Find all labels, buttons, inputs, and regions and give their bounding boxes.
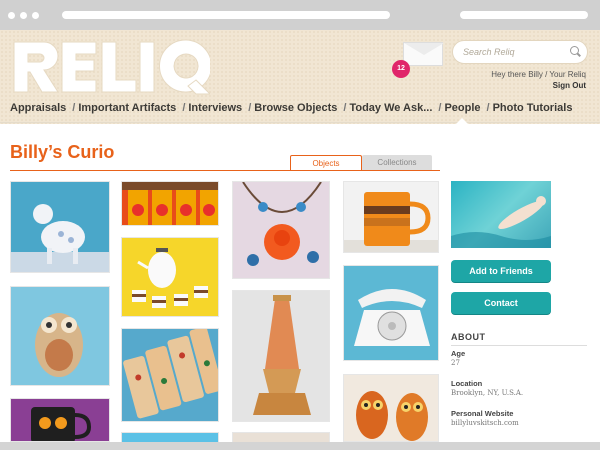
active-nav-indicator <box>456 118 468 124</box>
website-label: Personal Website <box>451 409 514 418</box>
rotary-phone-image <box>354 289 430 346</box>
address-bar[interactable] <box>62 11 390 19</box>
canisters-image <box>122 182 218 225</box>
profile-photo[interactable] <box>451 181 551 248</box>
necklace-image <box>242 182 322 266</box>
nav-separator: / <box>438 102 442 114</box>
contact-button[interactable]: Contact <box>451 292 551 314</box>
nav-item-appraisals[interactable]: Appraisals <box>10 102 66 114</box>
messages-icon[interactable] <box>403 42 444 66</box>
window-dot-1[interactable] <box>8 12 15 19</box>
floral-trays-image <box>123 329 218 419</box>
nav-item-today-we-ask[interactable]: Today We Ask... <box>349 102 432 114</box>
nav-divider <box>0 122 600 123</box>
photo-rotary-phone[interactable] <box>343 265 439 361</box>
photo-lava-lamp[interactable] <box>232 290 330 422</box>
mug-image <box>344 192 438 252</box>
age-value: 27 <box>451 359 460 367</box>
nav-item-people[interactable]: People <box>444 102 480 114</box>
site-logo[interactable] <box>10 36 212 95</box>
swimmer-image <box>451 196 551 248</box>
photo-partial-bottom-1[interactable] <box>121 432 219 442</box>
browser-bottom-bar <box>0 442 600 450</box>
nav-separator: / <box>343 102 347 114</box>
photo-owl-pair[interactable] <box>343 374 439 442</box>
site-search-input[interactable]: Search Reliq <box>452 40 588 64</box>
photo-orange-canisters[interactable] <box>121 181 219 226</box>
window-dot-2[interactable] <box>20 12 27 19</box>
nav-separator: / <box>72 102 76 114</box>
main-nav: Appraisals / Important Artifacts / Interview… <box>10 102 600 118</box>
tea-set-image <box>132 248 208 308</box>
owl-mug-image <box>31 407 92 441</box>
browser-search-bar[interactable] <box>460 11 588 19</box>
tab-collections[interactable]: Collections <box>362 155 432 171</box>
browser-window: 12 Search Reliq Hey there Billy / Your R… <box>0 0 600 450</box>
add-to-friends-button[interactable]: Add to Friends <box>451 260 551 282</box>
age-label: Age <box>451 349 466 358</box>
photo-striped-mug[interactable] <box>343 181 439 253</box>
lamb-image <box>11 204 109 272</box>
page: 12 Search Reliq Hey there Billy / Your R… <box>0 30 600 442</box>
nav-separator: / <box>182 102 186 114</box>
nav-separator: / <box>248 102 252 114</box>
search-placeholder: Search Reliq <box>463 47 515 57</box>
title-underline <box>10 170 440 171</box>
about-heading: ABOUT <box>451 332 587 346</box>
nav-item-photo-tutorials[interactable]: Photo Tutorials <box>493 102 573 114</box>
nav-item-interviews[interactable]: Interviews <box>188 102 242 114</box>
greeting-text[interactable]: Hey there Billy / Your Reliq <box>470 69 586 80</box>
photo-tea-set[interactable] <box>121 237 219 317</box>
notification-badge[interactable]: 12 <box>392 60 410 78</box>
search-icon[interactable] <box>570 46 579 55</box>
tab-objects[interactable]: Objects <box>290 155 362 171</box>
nav-item-browse-objects[interactable]: Browse Objects <box>254 102 337 114</box>
window-dot-3[interactable] <box>32 12 39 19</box>
photo-floral-trays[interactable] <box>121 328 219 422</box>
browser-chrome <box>0 0 600 30</box>
owl-figurine-image <box>35 313 83 377</box>
logo-graphic <box>13 39 212 95</box>
owl-pair-image <box>356 391 428 441</box>
page-title: Billy’s Curio <box>10 142 115 162</box>
location-label: Location <box>451 379 483 388</box>
photo-owl-mug[interactable] <box>10 398 110 442</box>
photo-owl-figurine[interactable] <box>10 286 110 386</box>
user-greeting: Hey there Billy / Your Reliq Sign Out <box>470 69 586 91</box>
nav-separator: / <box>486 102 490 114</box>
location-value: Brooklyn, NY, U.S.A. <box>451 389 524 397</box>
photo-lamb-figurine[interactable] <box>10 181 110 273</box>
nav-item-important-artifacts[interactable]: Important Artifacts <box>78 102 176 114</box>
photo-necklace[interactable] <box>232 181 330 279</box>
site-header: 12 Search Reliq Hey there Billy / Your R… <box>0 30 600 124</box>
photo-partial-bottom-2[interactable] <box>232 432 330 442</box>
sign-out-link[interactable]: Sign Out <box>470 80 586 91</box>
lava-lamp-image <box>253 295 311 415</box>
website-value[interactable]: billyluvskitsch.com <box>451 419 519 427</box>
